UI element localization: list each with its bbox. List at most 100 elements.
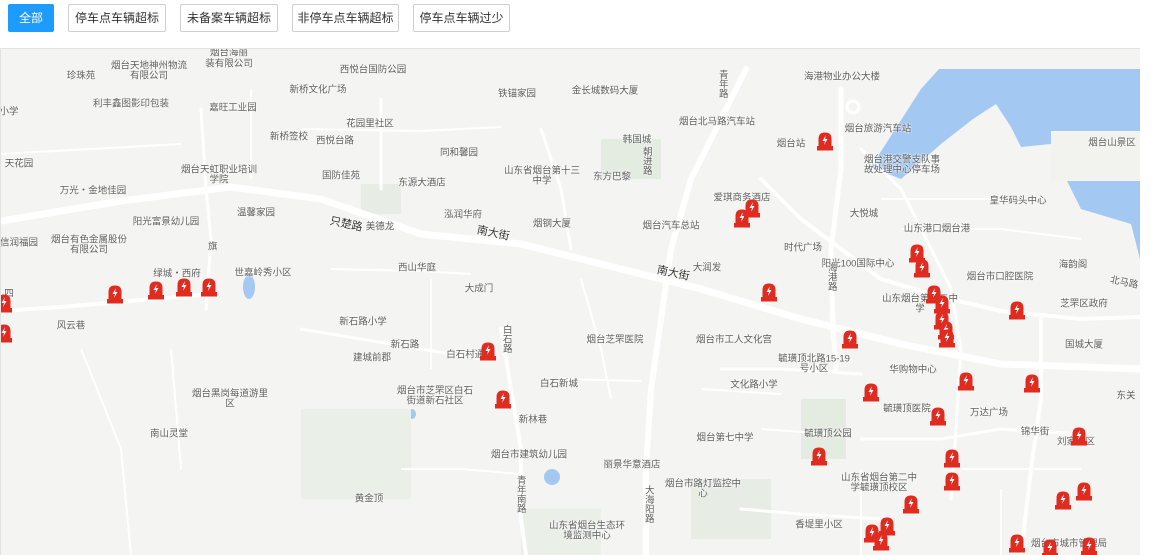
map-place-label: 装有限公司 (205, 58, 253, 70)
parking-alert-marker-icon[interactable] (761, 282, 778, 303)
map-place-label: 华购物中心 (889, 364, 937, 376)
parking-alert-marker-icon[interactable] (939, 328, 956, 349)
map-place-label: 爱琪商务酒店 (713, 192, 771, 204)
map-place-label: 烟钢大厦 (532, 218, 572, 230)
map-place-label: 美德龙 (365, 221, 395, 233)
parking-alert-marker-icon[interactable] (811, 446, 828, 467)
filter-parking-overload-button[interactable]: 停车点车辆超标 (68, 4, 166, 32)
map-place-label: 烟台天虹职业培训学院 (180, 164, 257, 185)
filter-parking-too-few-button[interactable]: 停车点车辆过少 (413, 4, 510, 32)
map-place-label: 文化路小学 (730, 379, 778, 391)
map-place-label: 烟台旅游汽车站 (844, 123, 912, 135)
parking-alert-marker-icon[interactable] (863, 382, 880, 403)
map-place-label: 东关 (1116, 390, 1136, 402)
map-place-label: 西山华庭 (397, 262, 437, 274)
map-place-label: 新石路 (390, 339, 420, 351)
map-place-label: 白石路 (500, 324, 512, 354)
filter-all-button[interactable]: 全部 (8, 4, 54, 32)
map-place-label: 同和馨园 (439, 147, 479, 159)
map-base-layer (1, 66, 1140, 555)
map-place-label: 东方巴黎 (592, 171, 632, 183)
parking-alert-marker-icon[interactable] (176, 277, 193, 298)
map-place-label: 大悦城 (849, 208, 879, 220)
filter-non-parking-overload-button[interactable]: 非停车点车辆超标 (292, 4, 399, 32)
map-place-label: 新石路小学 (339, 316, 387, 328)
map-place-label: 山东省烟台第二中学毓璜顶校区 (840, 472, 917, 493)
parking-alert-marker-icon[interactable] (817, 131, 834, 152)
map-place-label: 烟台海丽 (209, 48, 249, 59)
map-place-label: 国城大厦 (1064, 339, 1104, 351)
map-place-label: 山东省烟台生态环境监测中心 (548, 520, 625, 541)
parking-alert-marker-icon[interactable] (1024, 373, 1041, 394)
map-place-label: 信润福园 (0, 237, 39, 249)
map-place-label: 烟台山景区 (1088, 137, 1136, 149)
parking-alert-marker-icon[interactable] (1055, 490, 1072, 511)
map-place-label: 芝罘区政府 (1060, 298, 1108, 310)
parking-alert-marker-icon[interactable] (903, 494, 920, 515)
parking-alert-marker-icon[interactable] (1076, 481, 1093, 502)
parking-alert-marker-icon[interactable] (1042, 538, 1059, 555)
map-place-label: 利丰鑫图影印包装 (92, 98, 170, 110)
map-place-label: 小学 (0, 106, 19, 118)
parking-alert-marker-icon[interactable] (930, 406, 947, 427)
map-place-label: 烟台站 (776, 138, 806, 150)
parking-alert-marker-icon[interactable] (1009, 300, 1026, 321)
map-place-label: 海港物业办公大楼 (803, 71, 881, 83)
parking-alert-marker-icon[interactable] (842, 329, 859, 350)
map-place-label: 毓璜顶公园 (804, 428, 852, 440)
parking-alert-marker-icon[interactable] (1, 293, 13, 314)
parking-alert-marker-icon[interactable] (495, 389, 512, 410)
parking-alert-marker-icon[interactable] (201, 277, 218, 298)
filter-tab-bar: 全部 停车点车辆超标 未备案车辆超标 非停车点车辆超标 停车点车辆过少 (0, 0, 1153, 46)
filter-unregistered-overload-button[interactable]: 未备案车辆超标 (180, 4, 278, 32)
map-place-label: 烟台黑岗每道游里区 (191, 388, 268, 409)
page-gutter (1140, 48, 1153, 554)
map-place-label: 新林巷 (518, 414, 548, 426)
map-place-label: 毓璜顶北路15-19号小区 (778, 353, 850, 374)
map-place-label: 烟台市芝罘区白石街道新石社区 (396, 385, 473, 406)
map-place-label: 金长城数码大厦 (571, 85, 639, 97)
map-view[interactable]: 珍珠苑 小学 利丰鑫图影印包装 天花园 万光・金地佳园 信润福园旗四风云巷 烟台天地神州物流… (0, 48, 1140, 555)
map-place-label: 万光・金地佳园 (59, 185, 127, 197)
map-place-label: 烟台有色金属股份有限公司 (50, 234, 127, 255)
map-place-label: 阳光富景幼儿园 (132, 216, 200, 228)
map-place-label: 烟台北马路汽车站 (678, 116, 756, 128)
parking-alert-marker-icon[interactable] (1081, 536, 1098, 555)
map-place-label: 新桥文化广场 (289, 84, 347, 96)
map-place-label: 烟台港交警支队事故处理中心停车场 (863, 154, 940, 175)
map-place-label: 泓润华府 (443, 209, 483, 221)
parking-alert-marker-icon[interactable] (107, 284, 124, 305)
parking-alert-marker-icon[interactable] (944, 448, 961, 469)
map-place-label: 国防佳苑 (321, 170, 361, 182)
map-place-label: 旗 (205, 241, 217, 251)
map-place-label: 烟台第七中学 (696, 432, 754, 444)
map-place-label: 山东港口烟台港 (903, 223, 971, 235)
map-place-label: 天花园 (4, 158, 34, 170)
map-place-label: 嘉旺工业园 (209, 102, 257, 114)
parking-alert-marker-icon[interactable] (480, 341, 497, 362)
parking-alert-marker-icon[interactable] (944, 471, 961, 492)
map-place-label: 锦华街 (1020, 426, 1050, 438)
map-place-label: 香堤里小区 (795, 519, 843, 531)
map-place-label: 时代广场 (783, 242, 823, 254)
parking-alert-marker-icon[interactable] (1071, 426, 1088, 447)
parking-alert-marker-icon[interactable] (1, 323, 13, 344)
map-place-label: 风云巷 (56, 320, 86, 332)
map-place-label: 大海阳路 (642, 485, 654, 523)
map-place-label: 毓璜顶医院 (883, 403, 931, 415)
parking-alert-marker-icon[interactable] (1009, 533, 1026, 554)
map-place-label: 丽景华意酒店 (603, 459, 661, 471)
parking-alert-marker-icon[interactable] (914, 258, 931, 279)
parking-alert-marker-icon[interactable] (744, 198, 761, 219)
parking-alert-marker-icon[interactable] (958, 371, 975, 392)
map-place-label: 西悦台路 (315, 135, 355, 147)
map-place-label: 烟台市工人文化宫 (695, 334, 773, 346)
map-place-label: 世嘉岭秀小区 (234, 267, 292, 279)
parking-alert-marker-icon[interactable] (873, 531, 890, 552)
parking-alert-marker-icon[interactable] (148, 280, 165, 301)
map-place-label: 韩国城 (622, 134, 652, 146)
map-place-label: 大成门 (464, 283, 494, 295)
map-place-label: 白石新城 (539, 378, 579, 390)
map-place-label: 青年南路 (514, 475, 526, 513)
map-place-label: 温馨家园 (236, 207, 276, 219)
